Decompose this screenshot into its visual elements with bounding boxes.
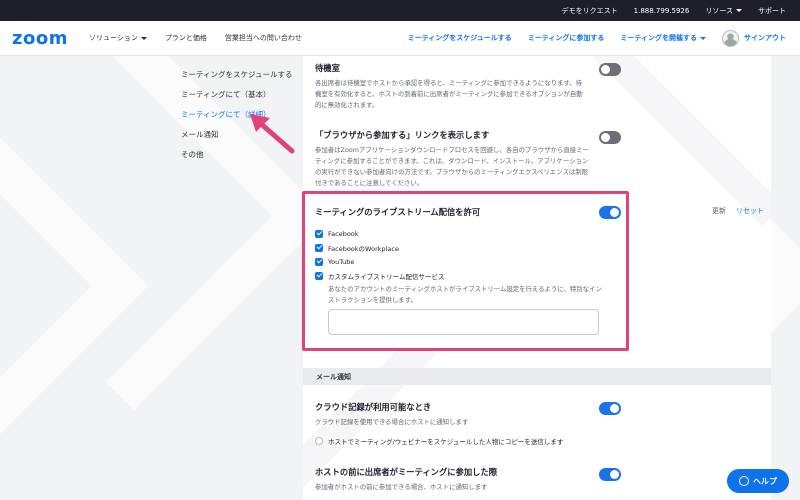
chat-bubble-icon (739, 476, 749, 486)
waiting-room-setting: 待機室 各出席者は待機室でホストから承認を得ると、ミーティングに参加できるように… (315, 62, 615, 111)
account-menu[interactable]: サインアウト (722, 29, 786, 47)
toggle-knob (601, 65, 610, 74)
toggle-knob (610, 208, 619, 217)
browser-join-toggle[interactable] (599, 131, 621, 144)
support-link[interactable]: サポート (758, 6, 786, 16)
host-meeting-menu[interactable]: ミーティングを開催する (620, 33, 706, 43)
request-demo-link[interactable]: デモをリクエスト (562, 6, 618, 16)
reset-link[interactable]: リセット (736, 206, 764, 216)
attendee-before-host-setting: ホストの前に出席者がミーティングに参加した際 参加者がホストの前に参加できる場合… (315, 466, 615, 493)
avatar[interactable] (722, 29, 739, 47)
update-link[interactable]: 更新 (712, 206, 726, 216)
option-label: Facebook (328, 229, 359, 238)
chevron-down-icon (140, 36, 147, 40)
email-notification-section-header: メール通知 (303, 368, 771, 385)
menu-item-in-meeting-basic[interactable]: ミーティングにて（基本） (181, 84, 293, 104)
toggle-knob (610, 470, 619, 479)
solutions-label: ソリューション (89, 34, 138, 42)
waiting-room-desc: 各出席者は待機室でホストから承認を得ると、ミーティングに参加できるようになります… (315, 79, 583, 109)
checkbox-unchecked[interactable] (315, 436, 323, 445)
menu-item-schedule[interactable]: ミーティングをスケジュールする (181, 64, 293, 84)
chevron-down-icon (736, 9, 742, 12)
copy-option-row[interactable]: ホストでミーティング/ウェビナーをスケジュールした人物にコピーを送信します (315, 434, 615, 447)
help-label: ヘルプ (753, 476, 777, 486)
copy-option-label: ホストでミーティング/ウェビナーをスケジュールした人物にコピーを送信します (328, 437, 564, 446)
toggle-knob (601, 133, 610, 142)
option-label: カスタムライブストリーム配信サービス (328, 272, 445, 281)
livestream-option-custom[interactable]: カスタムライブストリーム配信サービス (315, 269, 615, 282)
livestream-actions: 更新 リセット (712, 206, 764, 216)
waiting-room-toggle[interactable] (599, 63, 621, 76)
attendee-before-host-desc: 参加者がホストの前に参加できる場合、ホストに通知します (315, 483, 488, 491)
browser-join-desc: 参加者はZoomアプリケーションダウンロードプロセスを回避し、各自のブラウザから… (315, 146, 589, 187)
top-utility-bar: デモをリクエスト 1.888.799.5926 リソース サポート (0, 0, 800, 21)
browser-join-title: 「ブラウザから参加する」リンクを表示します (315, 130, 490, 140)
checkbox-checked[interactable] (315, 271, 323, 280)
custom-service-desc: あなたのアカウントのミーティングホストがライブストリーム設定を行えるように、特別… (328, 285, 602, 304)
livestream-option-facebook[interactable]: Facebook (315, 227, 615, 240)
cloud-recording-desc: クラウド記録を使用できる場合にホストに通知します (315, 418, 469, 426)
option-label: YouTube (328, 257, 355, 266)
main-nav: zoom ソリューション プランと価格 営業担当への問い合わせ ミーティングをス… (0, 21, 800, 56)
pointer-arrow-icon (250, 114, 295, 154)
attendee-before-host-title: ホストの前に出席者がミーティングに参加した際 (315, 467, 498, 477)
toggle-knob (610, 404, 619, 413)
custom-instructions-textarea[interactable] (328, 309, 599, 335)
livestream-title: ミーティングのライブストリーム配信を許可 (315, 207, 481, 217)
resources-menu[interactable]: リソース (705, 6, 742, 16)
help-button[interactable]: ヘルプ (727, 469, 789, 493)
host-meeting-label: ミーティングを開催する (620, 34, 697, 42)
livestream-option-youtube[interactable]: YouTube (315, 255, 615, 268)
option-label: FacebookのWorkplace (328, 244, 399, 253)
signout-link[interactable]: サインアウト (744, 33, 786, 43)
contact-sales-link[interactable]: 営業担当への問い合わせ (225, 33, 302, 43)
browser-join-setting: 「ブラウザから参加する」リンクを表示します 参加者はZoomアプリケーションダウ… (315, 129, 615, 189)
zoom-logo[interactable]: zoom (12, 28, 72, 49)
checkbox-checked[interactable] (315, 257, 323, 266)
cloud-recording-setting: クラウド記録が利用可能なとき クラウド記録を使用できる場合にホストに通知します … (315, 401, 615, 447)
cloud-recording-toggle[interactable] (599, 402, 621, 415)
schedule-meeting-link[interactable]: ミーティングをスケジュールする (408, 33, 512, 43)
plans-link[interactable]: プランと価格 (165, 33, 207, 43)
checkbox-checked[interactable] (315, 243, 323, 252)
livestream-toggle[interactable] (599, 206, 621, 219)
join-meeting-link[interactable]: ミーティングに参加する (528, 33, 605, 43)
waiting-room-title: 待機室 (315, 63, 340, 73)
solutions-menu[interactable]: ソリューション (89, 33, 147, 43)
resources-label: リソース (705, 6, 733, 15)
livestream-setting: ミーティングのライブストリーム配信を許可 Facebook FacebookのW… (315, 206, 615, 306)
livestream-option-workplace[interactable]: FacebookのWorkplace (315, 241, 615, 254)
checkbox-checked[interactable] (315, 229, 323, 238)
attendee-before-host-toggle[interactable] (599, 468, 621, 481)
chevron-down-icon (700, 36, 706, 40)
cloud-recording-title: クラウド記録が利用可能なとき (315, 402, 432, 412)
phone-number[interactable]: 1.888.799.5926 (634, 7, 690, 15)
